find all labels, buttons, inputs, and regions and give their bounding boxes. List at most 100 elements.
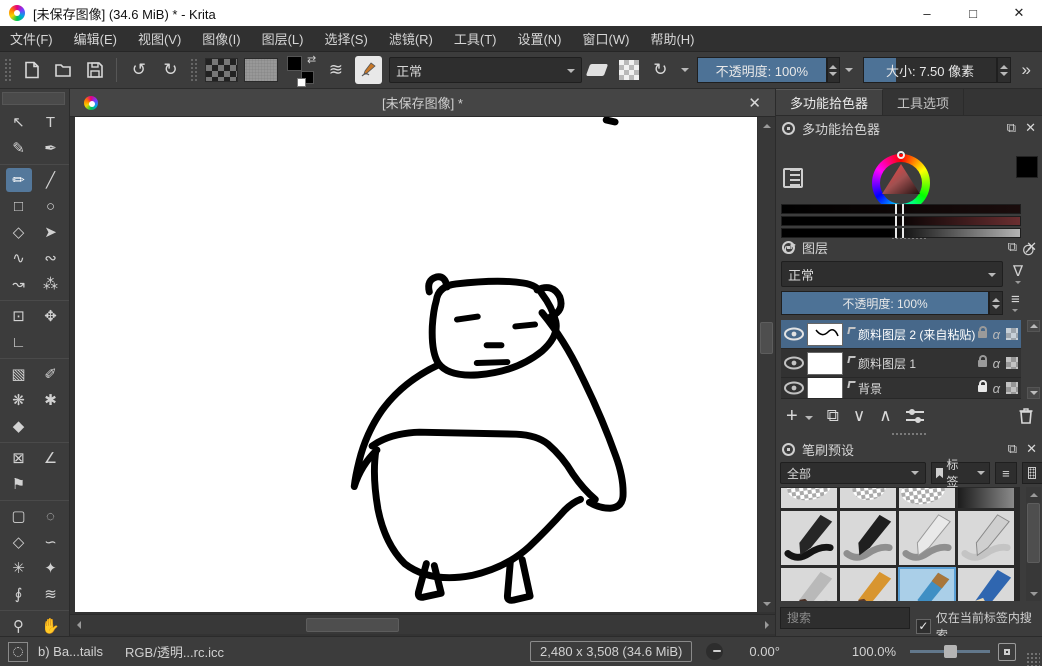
layer-list-scroll-down[interactable]	[1027, 387, 1040, 399]
opacity-dropdown-arrow[interactable]	[840, 61, 853, 79]
brush-preset-pen-dark[interactable]	[839, 510, 897, 566]
selection-mode-icon[interactable]	[8, 642, 28, 662]
brush-preset-watercolor-selected[interactable]	[898, 567, 956, 601]
layer-opacity-spinner[interactable]	[989, 291, 1003, 315]
brush-preset-pen-white[interactable]	[898, 510, 956, 566]
move-layer-up-button[interactable]: ∧	[879, 406, 891, 426]
current-brush-name[interactable]: b) Ba...tails	[38, 644, 103, 659]
layer-lock-icon[interactable]	[978, 331, 987, 338]
zoom-slider[interactable]	[910, 650, 990, 653]
brush-grid-scrollbar[interactable]	[1026, 487, 1041, 601]
scroll-down-arrow[interactable]	[759, 596, 774, 611]
canvas-rotation-dial[interactable]	[706, 643, 723, 660]
docker-lock-icon[interactable]	[782, 122, 795, 135]
tool-multibrush[interactable]: ⁂	[38, 272, 64, 296]
tool-crop[interactable]: ∟	[6, 330, 32, 354]
brush-preset-paintbrush-orange[interactable]	[839, 567, 897, 601]
tool-rectangle[interactable]: □	[6, 194, 32, 218]
layer-options-icon[interactable]: ≡	[1011, 291, 1020, 308]
tool-pattern-edit[interactable]: ❋	[6, 388, 32, 412]
choose-workspace-button[interactable]: ≋	[322, 56, 349, 84]
menu-filter[interactable]: 滤镜(R)	[389, 29, 433, 48]
image-dimensions[interactable]: 2,480 x 3,508 (34.6 MiB)	[530, 641, 692, 662]
new-document-button[interactable]	[18, 56, 45, 84]
menu-view[interactable]: 视图(V)	[138, 29, 181, 48]
layer-visible-icon[interactable]	[781, 381, 807, 395]
tool-reference-images[interactable]: ⚑	[6, 472, 32, 496]
horizontal-scroll-thumb[interactable]	[306, 618, 399, 632]
blending-mode-select[interactable]: 正常	[389, 57, 582, 83]
float-docker-icon[interactable]: ⧉	[1007, 120, 1016, 136]
toolbar-grip2[interactable]	[190, 58, 198, 82]
tool-polygon[interactable]: ◇	[6, 220, 32, 244]
color-selector-settings-button[interactable]	[783, 168, 803, 188]
canvas-vertical-scrollbar[interactable]	[758, 117, 775, 612]
brush-size-spinner[interactable]	[997, 57, 1011, 83]
tool-freehand-brush[interactable]: ✏	[6, 168, 32, 192]
search-in-tag-checkbox[interactable]: ✓	[916, 619, 931, 634]
tool-freehand-path[interactable]: ∾	[38, 246, 64, 270]
tool-ellipse[interactable]: ○	[38, 194, 64, 218]
saturation-value-triangle[interactable]	[882, 164, 920, 200]
canvas-horizontal-scrollbar[interactable]	[70, 614, 775, 634]
tool-polyline[interactable]: ➤	[38, 220, 64, 244]
brush-scroll-thumb[interactable]	[1027, 503, 1040, 563]
duplicate-layer-button[interactable]: ⧉	[827, 406, 839, 426]
layer-inherit-alpha-icon[interactable]	[1006, 357, 1018, 369]
brush-filter-select[interactable]: 全部	[780, 462, 926, 484]
color-profile-label[interactable]: RGB/透明...rc.icc	[125, 642, 224, 661]
color-slider-1[interactable]	[781, 204, 1021, 214]
close-docker-icon[interactable]: ✕	[1025, 120, 1036, 136]
layer-blend-mode-select[interactable]: 正常	[781, 261, 1003, 287]
layer-alpha-icon[interactable]: α	[993, 356, 1000, 371]
toolbox-header[interactable]	[2, 92, 65, 105]
docker-lock-icon[interactable]	[782, 241, 795, 254]
opacity-spinner[interactable]	[827, 57, 841, 83]
scroll-up-arrow[interactable]	[759, 118, 774, 133]
docker-lock-icon[interactable]	[782, 443, 795, 456]
tool-polygon-select[interactable]: ◇	[6, 530, 32, 554]
tool-bezier-select[interactable]: ∮	[6, 582, 32, 606]
brush-editor-button[interactable]	[355, 56, 382, 84]
redo-button[interactable]: ↻	[157, 56, 184, 84]
layer-list-scroll-up[interactable]	[1027, 320, 1040, 332]
brush-display-mode-button[interactable]	[1022, 462, 1042, 484]
background-color-swatch[interactable]	[301, 71, 314, 84]
close-button[interactable]: ✕	[996, 0, 1042, 26]
scroll-right-arrow[interactable]	[759, 617, 774, 632]
close-docker-icon[interactable]: ✕	[1026, 441, 1037, 457]
brush-scroll-up[interactable]	[1026, 487, 1041, 502]
delete-layer-button[interactable]	[1019, 408, 1033, 424]
layer-opacity-slider[interactable]: 不透明度: 100%	[781, 291, 989, 315]
layer-alpha-icon[interactable]: α	[993, 327, 1000, 342]
tool-freehand-select[interactable]: ∽	[38, 530, 64, 554]
zoom-percentage[interactable]: 100.0%	[852, 644, 896, 659]
tab-tool-options[interactable]: 工具选项	[883, 89, 964, 115]
tool-rect-select[interactable]: ▢	[6, 504, 32, 528]
open-document-button[interactable]	[49, 56, 76, 84]
layer-lock-icon[interactable]	[978, 360, 987, 367]
tool-colorize-mask[interactable]: ✱	[38, 388, 64, 412]
brush-preset-pencil-blue[interactable]	[957, 567, 1015, 601]
close-docker-icon[interactable]: ✕	[1026, 239, 1037, 255]
layer-row-paint2[interactable]: 颜料图层 2 (来自粘贴) α	[781, 320, 1021, 349]
gradient-swatch[interactable]	[205, 58, 238, 82]
tool-calligraphy[interactable]: ✒	[38, 136, 64, 160]
color-slider-2-handle[interactable]	[895, 216, 904, 226]
pattern-swatch[interactable]	[244, 58, 277, 82]
tool-line[interactable]: ╱	[38, 168, 64, 192]
add-layer-dropdown[interactable]	[800, 405, 813, 428]
tool-contiguous-select[interactable]: ✦	[38, 556, 64, 580]
swap-colors-icon[interactable]: ⇄	[307, 53, 316, 66]
layer-row-background[interactable]: 背景 α	[781, 378, 1021, 399]
layer-properties-button[interactable]	[906, 409, 924, 423]
menu-edit[interactable]: 编辑(E)	[74, 29, 117, 48]
float-docker-icon[interactable]: ⧉	[1008, 441, 1017, 457]
tool-color-sampler[interactable]: ✐	[38, 362, 64, 386]
brush-preset-eraser[interactable]	[780, 487, 838, 509]
brush-preset-pen-silver[interactable]	[957, 510, 1015, 566]
tag-button[interactable]: 标签	[931, 462, 990, 484]
move-layer-down-button[interactable]: ∨	[853, 406, 865, 426]
layer-inherit-alpha-icon[interactable]	[1006, 328, 1018, 340]
brush-list-options-button[interactable]: ≡	[995, 462, 1016, 484]
